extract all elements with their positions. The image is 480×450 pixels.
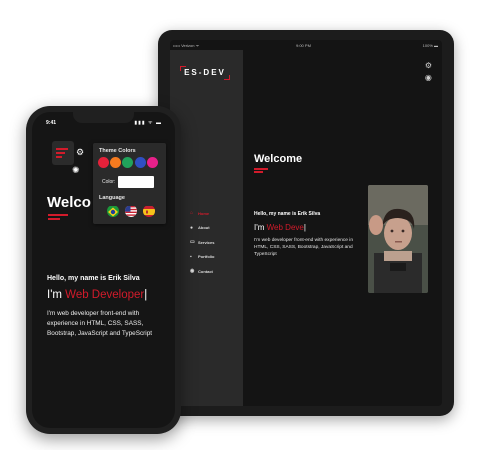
sidebar-item-label: Portfolio bbox=[198, 254, 215, 260]
role-prefix: I'm bbox=[47, 289, 66, 301]
typing-cursor: | bbox=[303, 223, 306, 232]
phone-status-bar: 9:41 ▮▮▮ ᯤ ▬ bbox=[32, 112, 175, 128]
home-icon: ⌂ bbox=[190, 210, 194, 217]
sidebar-item-label: Services bbox=[198, 239, 215, 245]
carrier-text: ••••• Verizon ᯤ bbox=[173, 43, 200, 48]
mockup-stage: ••••• Verizon ᯤ 9:00 PM 100% ▬ ES-DEV ⌂ … bbox=[0, 0, 480, 450]
logo-text: ES-DEV bbox=[184, 68, 226, 77]
usa-flag-icon[interactable] bbox=[125, 205, 137, 217]
gear-icon[interactable]: ⚙ bbox=[425, 60, 432, 72]
description-text: I'm web developer front-end with experie… bbox=[47, 310, 153, 337]
title-underline-short bbox=[254, 171, 263, 173]
role-text: I'm Web Developer| bbox=[47, 289, 147, 301]
brazil-flag-icon[interactable] bbox=[107, 205, 119, 217]
language-options bbox=[107, 205, 155, 217]
language-title: Language bbox=[99, 195, 125, 201]
sidebar-item-label: Home bbox=[198, 210, 210, 216]
swatch-orange[interactable] bbox=[110, 157, 122, 168]
tablet-status-bar: ••••• Verizon ᯤ 9:00 PM 100% ▬ bbox=[170, 40, 442, 50]
status-icons: ▮▮▮ ᯤ ▬ bbox=[134, 120, 162, 126]
menu-bar bbox=[56, 152, 65, 154]
sidebar-nav: ⌂ Home ● About ▭ Services ▪ Portfolio ◉ … bbox=[190, 206, 214, 279]
gear-icon[interactable]: ⚙ bbox=[76, 147, 84, 158]
swatch-blue[interactable] bbox=[134, 157, 146, 168]
tablet-screen: ••••• Verizon ᯤ 9:00 PM 100% ▬ ES-DEV ⌂ … bbox=[170, 40, 442, 406]
folder-icon: ▪ bbox=[190, 253, 192, 260]
logo-corner-top-left bbox=[180, 66, 186, 71]
swatch-pink[interactable] bbox=[146, 157, 158, 168]
profile-photo-illustration bbox=[368, 185, 428, 293]
battery-text: 100% ▬ bbox=[422, 43, 438, 48]
page-title: Welcome bbox=[254, 153, 303, 165]
tablet-device: ••••• Verizon ᯤ 9:00 PM 100% ▬ ES-DEV ⌂ … bbox=[158, 30, 454, 416]
page-title: Welco bbox=[47, 194, 91, 211]
sidebar-item-home[interactable]: ⌂ Home bbox=[190, 206, 214, 221]
tablet-settings: ⚙ ◉ bbox=[425, 60, 432, 84]
sidebar-item-portfolio[interactable]: ▪ Portfolio bbox=[190, 250, 214, 265]
title-underline-short bbox=[48, 218, 60, 220]
title-underline bbox=[48, 214, 68, 216]
swatch-red[interactable] bbox=[98, 157, 109, 168]
menu-button[interactable] bbox=[52, 141, 74, 165]
color-picker-row: Color: bbox=[102, 176, 155, 188]
description-text: I'm web developer front-end with experie… bbox=[254, 238, 354, 257]
status-time: 9:00 PM bbox=[296, 43, 311, 48]
chat-icon: ◉ bbox=[190, 268, 195, 275]
sidebar-item-about[interactable]: ● About bbox=[190, 221, 214, 236]
spain-flag-icon[interactable] bbox=[143, 205, 155, 217]
profile-photo bbox=[368, 185, 428, 293]
title-underline bbox=[254, 168, 268, 170]
color-input[interactable] bbox=[118, 176, 155, 188]
theme-panel: Theme Colors Color: Language bbox=[93, 143, 166, 224]
color-label: Color: bbox=[102, 179, 116, 185]
sidebar-item-services[interactable]: ▭ Services bbox=[190, 235, 214, 250]
menu-bar bbox=[56, 156, 62, 158]
logo[interactable]: ES-DEV bbox=[180, 66, 230, 80]
menu-bar bbox=[56, 148, 68, 150]
role-accent: Web Developer bbox=[65, 289, 145, 301]
briefcase-icon: ▭ bbox=[190, 239, 195, 246]
theme-settings-icon[interactable]: ✺ bbox=[72, 165, 80, 176]
role-accent: Web Deve bbox=[266, 223, 304, 232]
hello-text: Hello, my name is Erik Silva bbox=[254, 211, 321, 217]
role-text: I'm Web Deve| bbox=[254, 223, 306, 232]
theme-toggle-icon[interactable]: ◉ bbox=[425, 72, 432, 84]
role-prefix: I'm bbox=[254, 223, 267, 232]
sidebar-item-label: About bbox=[198, 225, 210, 231]
hello-text: Hello, my name is Erik Silva bbox=[47, 275, 140, 282]
color-swatches bbox=[98, 157, 158, 168]
theme-colors-title: Theme Colors bbox=[99, 148, 136, 154]
sidebar-item-contact[interactable]: ◉ Contact bbox=[190, 264, 214, 279]
sidebar-item-label: Contact bbox=[198, 268, 213, 274]
logo-corner-bottom-right bbox=[224, 75, 230, 80]
swatch-green[interactable] bbox=[122, 157, 134, 168]
typing-cursor: | bbox=[144, 289, 148, 301]
status-time: 9:41 bbox=[46, 120, 57, 126]
user-icon: ● bbox=[190, 224, 194, 231]
